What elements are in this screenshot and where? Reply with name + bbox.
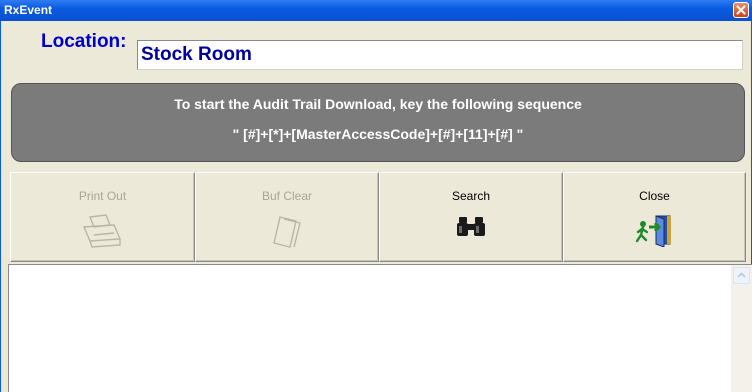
eraser-icon xyxy=(273,216,301,248)
location-field[interactable]: Stock Room xyxy=(137,40,743,70)
vertical-scrollbar[interactable] xyxy=(731,265,752,392)
scroll-up-button[interactable] xyxy=(733,267,750,284)
location-label: Location: xyxy=(41,31,127,52)
chevron-up-icon xyxy=(737,272,746,278)
search-button[interactable]: Search xyxy=(379,172,563,262)
buf-clear-button[interactable]: Buf Clear xyxy=(195,172,379,262)
print-out-label: Print Out xyxy=(78,189,127,203)
binoculars-icon xyxy=(457,217,485,236)
buf-clear-label: Buf Clear xyxy=(261,189,313,203)
print-out-button[interactable]: Print Out xyxy=(10,172,195,262)
window-title: RxEvent xyxy=(4,3,53,17)
instruction-line-2: " [#]+[*]+[MasterAccessCode]+[#]+[11]+[#… xyxy=(232,126,524,142)
location-value: Stock Room xyxy=(141,44,252,65)
search-label: Search xyxy=(451,189,491,203)
close-window-button[interactable] xyxy=(733,2,749,18)
exit-door-icon xyxy=(635,215,671,247)
title-bar: RxEvent xyxy=(0,0,752,21)
event-list[interactable] xyxy=(8,264,752,392)
instruction-banner: To start the Audit Trail Download, key t… xyxy=(11,83,745,162)
instruction-line-1: To start the Audit Trail Download, key t… xyxy=(174,96,582,112)
close-label: Close xyxy=(639,189,670,203)
toolbar: Print Out Buf Clear Search Close xyxy=(10,172,746,262)
close-button[interactable]: Close xyxy=(563,172,746,262)
close-x-icon xyxy=(736,5,746,15)
printer-icon xyxy=(82,214,121,248)
